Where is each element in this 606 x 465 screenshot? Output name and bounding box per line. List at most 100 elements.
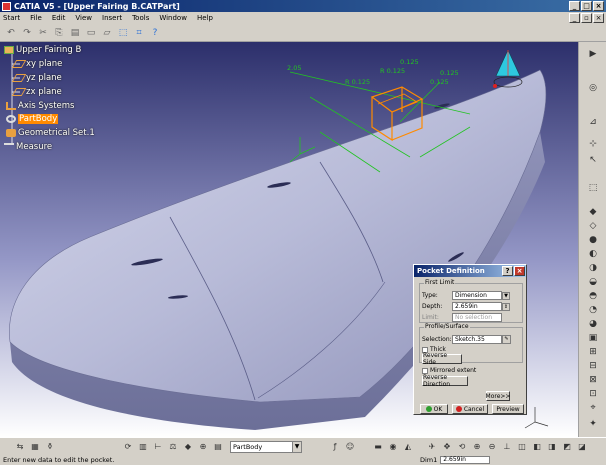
- menu-window[interactable]: Window: [158, 14, 188, 22]
- maximize-button[interactable]: □: [581, 1, 592, 11]
- boolean-icon[interactable]: ⊡: [586, 388, 600, 400]
- render-icon[interactable]: ▬: [372, 441, 384, 453]
- type-select[interactable]: Dimension: [452, 291, 502, 300]
- shaft-icon[interactable]: ◆: [586, 206, 600, 218]
- body-select[interactable]: PartBody ▼: [230, 440, 302, 453]
- formula-icon[interactable]: ▥: [137, 441, 149, 453]
- menu-insert[interactable]: Insert: [101, 14, 123, 22]
- tree-item-zx-plane[interactable]: zx plane: [11, 87, 62, 97]
- measure-tool-icon[interactable]: ⌖: [586, 402, 600, 414]
- whats-this-icon[interactable]: ?: [148, 26, 162, 40]
- sheet-icon[interactable]: ▤: [212, 441, 224, 453]
- cursor-tool-icon[interactable]: ↖: [586, 154, 600, 166]
- body-icon[interactable]: ◆: [182, 441, 194, 453]
- fog-icon[interactable]: ƒ: [329, 441, 341, 453]
- more-button[interactable]: More>>: [486, 391, 510, 401]
- chamfer-icon[interactable]: ◒: [586, 276, 600, 288]
- paste-icon[interactable]: ▤: [68, 26, 82, 40]
- sketch-icon[interactable]: ⬚: [116, 26, 130, 40]
- reverse-direction-button[interactable]: Reverse Direction: [422, 374, 468, 388]
- chevron-down-icon[interactable]: ▼: [502, 291, 510, 300]
- tree-item-partbody[interactable]: PartBody: [6, 114, 59, 124]
- status-value-input[interactable]: 2.659in: [440, 456, 491, 464]
- thickness-icon[interactable]: ◕: [586, 318, 600, 330]
- doc-minimize-button[interactable]: _: [569, 13, 580, 23]
- ok-button[interactable]: OK: [420, 404, 448, 414]
- open-icon[interactable]: ▱: [100, 26, 114, 40]
- pan-icon[interactable]: ✥: [441, 441, 453, 453]
- depth-input[interactable]: 2.659in: [452, 302, 502, 311]
- close-button[interactable]: ×: [593, 1, 604, 11]
- mirror-icon[interactable]: ⊞: [586, 346, 600, 358]
- menu-view[interactable]: View: [74, 14, 93, 22]
- select-icon[interactable]: ⇆: [14, 441, 26, 453]
- mirrored-row[interactable]: Mirrored extent: [422, 367, 476, 374]
- shading-icon[interactable]: ◧: [531, 441, 543, 453]
- display-mode-icon[interactable]: ◪: [576, 441, 588, 453]
- undo-icon[interactable]: ↶: [4, 26, 18, 40]
- zoom-out-icon[interactable]: ⊖: [486, 441, 498, 453]
- help-button[interactable]: ?: [502, 266, 513, 276]
- tree-item-xy-plane[interactable]: xy plane: [11, 59, 62, 69]
- menu-start[interactable]: Start: [2, 14, 21, 22]
- hole-icon[interactable]: ●: [586, 234, 600, 246]
- zoom-in-icon[interactable]: ⊕: [471, 441, 483, 453]
- normal-view-icon[interactable]: ⊥: [501, 441, 513, 453]
- tree-item-geometrical-set[interactable]: Geometrical Set.1: [6, 128, 95, 138]
- groove-icon[interactable]: ◇: [586, 220, 600, 232]
- chevron-down-icon[interactable]: ▼: [292, 441, 301, 452]
- pattern-icon[interactable]: ▣: [586, 332, 600, 344]
- fly-icon[interactable]: ✈: [426, 441, 438, 453]
- shell-icon[interactable]: ◔: [586, 304, 600, 316]
- menu-tools[interactable]: Tools: [131, 14, 150, 22]
- copy-icon[interactable]: ⎘: [52, 26, 66, 40]
- fillet-icon[interactable]: ◑: [586, 262, 600, 274]
- axis-icon[interactable]: ⊢: [152, 441, 164, 453]
- bottle-icon[interactable]: ⚱: [44, 441, 56, 453]
- draft-analysis-icon[interactable]: ◭: [402, 441, 414, 453]
- cut-icon[interactable]: ✂: [36, 26, 50, 40]
- sketch-tool-icon[interactable]: ◎: [586, 82, 600, 94]
- minimize-button[interactable]: _: [569, 1, 580, 11]
- dialog-close-button[interactable]: ×: [514, 266, 525, 276]
- mirrored-checkbox[interactable]: [422, 367, 428, 374]
- new-icon[interactable]: ▭: [84, 26, 98, 40]
- comment-icon[interactable]: ☺: [344, 441, 356, 453]
- reverse-side-button[interactable]: Reverse Side: [422, 352, 462, 366]
- sketch-edit-icon[interactable]: ✎: [502, 335, 511, 344]
- swap-space-icon[interactable]: ◩: [561, 441, 573, 453]
- rotate-icon[interactable]: ⟲: [456, 441, 468, 453]
- analysis-icon[interactable]: ◉: [387, 441, 399, 453]
- selection-field[interactable]: Sketch.35: [452, 335, 502, 344]
- menu-file[interactable]: File: [29, 14, 43, 22]
- translate-icon[interactable]: ⊟: [586, 360, 600, 372]
- tree-root[interactable]: Upper Fairing B: [4, 45, 81, 55]
- tree-item-measure[interactable]: Measure: [4, 142, 52, 152]
- sketcher-icon[interactable]: ⬚: [586, 182, 600, 194]
- doc-restore-button[interactable]: ▫: [581, 13, 592, 23]
- menu-edit[interactable]: Edit: [51, 14, 67, 22]
- rib-icon[interactable]: ◐: [586, 248, 600, 260]
- point-tool-icon[interactable]: ⊹: [586, 138, 600, 150]
- menu-help[interactable]: Help: [196, 14, 214, 22]
- gear-icon: [6, 115, 16, 123]
- scale-icon[interactable]: ⊠: [586, 374, 600, 386]
- doc-close-button[interactable]: ×: [593, 13, 604, 23]
- scale-values-icon[interactable]: ⚖: [167, 441, 179, 453]
- iso-view-icon[interactable]: ◫: [516, 441, 528, 453]
- update-icon[interactable]: ⟳: [122, 441, 134, 453]
- boolean-ops-icon[interactable]: ⊕: [197, 441, 209, 453]
- draft-icon[interactable]: ◓: [586, 290, 600, 302]
- pad-icon[interactable]: ▶: [586, 48, 600, 60]
- workbench-icon[interactable]: ⌗: [132, 26, 146, 40]
- tree-item-yz-plane[interactable]: yz plane: [11, 73, 62, 83]
- plane-tool-icon[interactable]: ⊿: [586, 116, 600, 128]
- hide-show-icon[interactable]: ◨: [546, 441, 558, 453]
- cancel-button[interactable]: Cancel: [452, 404, 488, 414]
- tree-item-axis-systems[interactable]: Axis Systems: [6, 101, 74, 111]
- dim-label: 0.125: [430, 78, 449, 86]
- spinner-icon[interactable]: ⇕: [502, 302, 510, 311]
- preview-button[interactable]: Preview: [492, 404, 524, 414]
- catalog-icon[interactable]: ▦: [29, 441, 41, 453]
- redo-icon[interactable]: ↷: [20, 26, 34, 40]
